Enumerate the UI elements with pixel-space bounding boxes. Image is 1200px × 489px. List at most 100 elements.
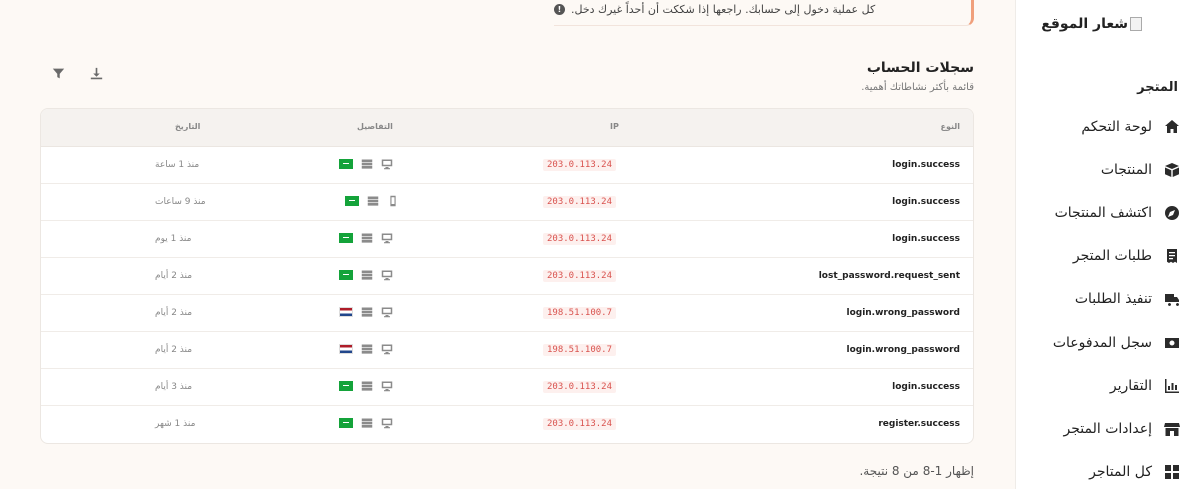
- browser-icon: [361, 269, 373, 281]
- store-icon: [1164, 421, 1180, 437]
- saudi-flag-icon: [339, 159, 353, 169]
- sidebar-item-store[interactable]: إعدادات المتجر: [1040, 416, 1180, 442]
- browser-icon: [367, 195, 379, 207]
- sidebar-item-box[interactable]: المنتجات: [1040, 157, 1180, 183]
- event-type: login.success: [892, 197, 960, 207]
- event-type: lost_password.request_sent: [818, 271, 960, 281]
- details-cell: [345, 195, 399, 207]
- desktop-icon: [381, 306, 393, 318]
- sidebar-item-grid[interactable]: كل المتاجر: [1040, 459, 1180, 485]
- ip-address: 198.51.100.7: [543, 344, 617, 356]
- details-cell: [339, 158, 393, 170]
- sidebar-section-label: المتجر: [1137, 80, 1178, 95]
- browser-icon: [361, 232, 373, 244]
- ip-address: 203.0.113.24: [543, 381, 617, 393]
- desktop-icon: [381, 417, 393, 429]
- sidebar-item-money[interactable]: سجل المدفوعات: [1040, 330, 1180, 356]
- saudi-flag-icon: [345, 196, 359, 206]
- event-date: منذ 2 أيام: [155, 345, 193, 355]
- table-row: login.success 203.0.113.24 منذ 1 ساعة: [41, 147, 973, 184]
- ip-address: 203.0.113.24: [543, 270, 617, 282]
- column-type: النوع: [940, 122, 961, 131]
- column-ip: IP: [610, 122, 619, 131]
- event-date: منذ 2 أيام: [155, 271, 193, 281]
- filter-button[interactable]: [50, 66, 66, 80]
- filter-icon: [52, 68, 64, 78]
- event-date: منذ 3 أيام: [155, 382, 193, 392]
- info-alert: ! كل عملية دخول إلى حسابك. راجعها إذا شك…: [554, 0, 974, 26]
- sidebar-item-compass[interactable]: اكتشف المنتجات: [1040, 200, 1180, 226]
- sidebar-item-home[interactable]: لوحة التحكم: [1040, 114, 1180, 140]
- column-date: التاريخ: [175, 122, 201, 131]
- details-cell: [339, 417, 393, 429]
- grid-icon: [1164, 464, 1180, 480]
- page-subtitle: قائمة بأكثر نشاطاتك أهمية.: [861, 82, 974, 93]
- details-cell: [339, 343, 393, 355]
- truck-icon: [1164, 291, 1180, 307]
- sidebar-item-label: لوحة التحكم: [1081, 119, 1152, 135]
- home-icon: [1164, 119, 1180, 135]
- compass-icon: [1164, 205, 1180, 221]
- event-date: منذ 1 يوم: [155, 234, 192, 244]
- details-cell: [339, 269, 393, 281]
- desktop-icon: [381, 269, 393, 281]
- logo-text: شعار الموقع: [1041, 16, 1128, 32]
- ip-address: 203.0.113.24: [543, 233, 617, 245]
- desktop-icon: [381, 232, 393, 244]
- event-type: login.success: [892, 382, 960, 392]
- info-icon: !: [554, 4, 565, 15]
- table-row: login.success 203.0.113.24 منذ 3 أيام: [41, 369, 973, 406]
- event-type: login.success: [892, 160, 960, 170]
- mobile-icon: [387, 195, 399, 207]
- receipt-icon: [1164, 248, 1180, 264]
- browser-icon: [361, 158, 373, 170]
- event-type: login.success: [892, 234, 960, 244]
- table-row: login.success 203.0.113.24 منذ 1 يوم: [41, 221, 973, 258]
- saudi-flag-icon: [339, 270, 353, 280]
- account-logs-table: النوع IP التفاصيل التاريخ login.success 2…: [40, 108, 974, 444]
- ip-address: 203.0.113.24: [543, 196, 617, 208]
- netherlands-flag-icon: [339, 344, 353, 354]
- sidebar-item-label: طلبات المتجر: [1072, 248, 1152, 264]
- browser-icon: [361, 380, 373, 392]
- sidebar: شعار الموقع المتجر لوحة التحكم المنتجات اك…: [1015, 0, 1200, 489]
- sidebar-item-truck[interactable]: تنفيذ الطلبات: [1040, 286, 1180, 312]
- desktop-icon: [381, 380, 393, 392]
- event-type: login.wrong_password: [846, 308, 960, 318]
- saudi-flag-icon: [339, 233, 353, 243]
- ip-address: 203.0.113.24: [543, 418, 617, 430]
- browser-icon: [361, 306, 373, 318]
- netherlands-flag-icon: [339, 307, 353, 317]
- saudi-flag-icon: [339, 381, 353, 391]
- box-icon: [1164, 162, 1180, 178]
- event-type: register.success: [878, 419, 960, 429]
- sidebar-item-chart[interactable]: التقارير: [1040, 373, 1180, 399]
- saudi-flag-icon: [339, 418, 353, 428]
- sidebar-item-label: سجل المدفوعات: [1052, 335, 1152, 351]
- sidebar-item-receipt[interactable]: طلبات المتجر: [1040, 243, 1180, 269]
- details-cell: [339, 380, 393, 392]
- event-type: login.wrong_password: [846, 345, 960, 355]
- money-icon: [1164, 335, 1180, 351]
- chart-icon: [1164, 378, 1180, 394]
- site-logo[interactable]: شعار الموقع: [1041, 16, 1142, 32]
- sidebar-item-label: التقارير: [1109, 378, 1152, 394]
- sidebar-item-label: إعدادات المتجر: [1063, 421, 1152, 437]
- column-details: التفاصيل: [357, 122, 393, 131]
- table-row: lost_password.request_sent 203.0.113.24 من…: [41, 258, 973, 295]
- table-body: login.success 203.0.113.24 منذ 1 ساعة login…: [41, 147, 973, 443]
- results-count: إظهار 1-8 من 8 نتيجة.: [859, 464, 974, 478]
- broken-image-icon: [1130, 17, 1142, 31]
- alert-text: كل عملية دخول إلى حسابك. راجعها إذا شككت…: [571, 3, 876, 16]
- sidebar-item-label: اكتشف المنتجات: [1054, 205, 1152, 221]
- desktop-icon: [381, 343, 393, 355]
- ip-address: 203.0.113.24: [543, 159, 617, 171]
- download-icon: [90, 67, 102, 79]
- details-cell: [339, 232, 393, 244]
- sidebar-item-label: تنفيذ الطلبات: [1074, 291, 1152, 307]
- download-button[interactable]: [88, 66, 104, 80]
- event-date: منذ 1 شهر: [155, 419, 196, 429]
- ip-address: 198.51.100.7: [543, 307, 617, 319]
- table-header: النوع IP التفاصيل التاريخ: [41, 109, 973, 147]
- desktop-icon: [381, 158, 393, 170]
